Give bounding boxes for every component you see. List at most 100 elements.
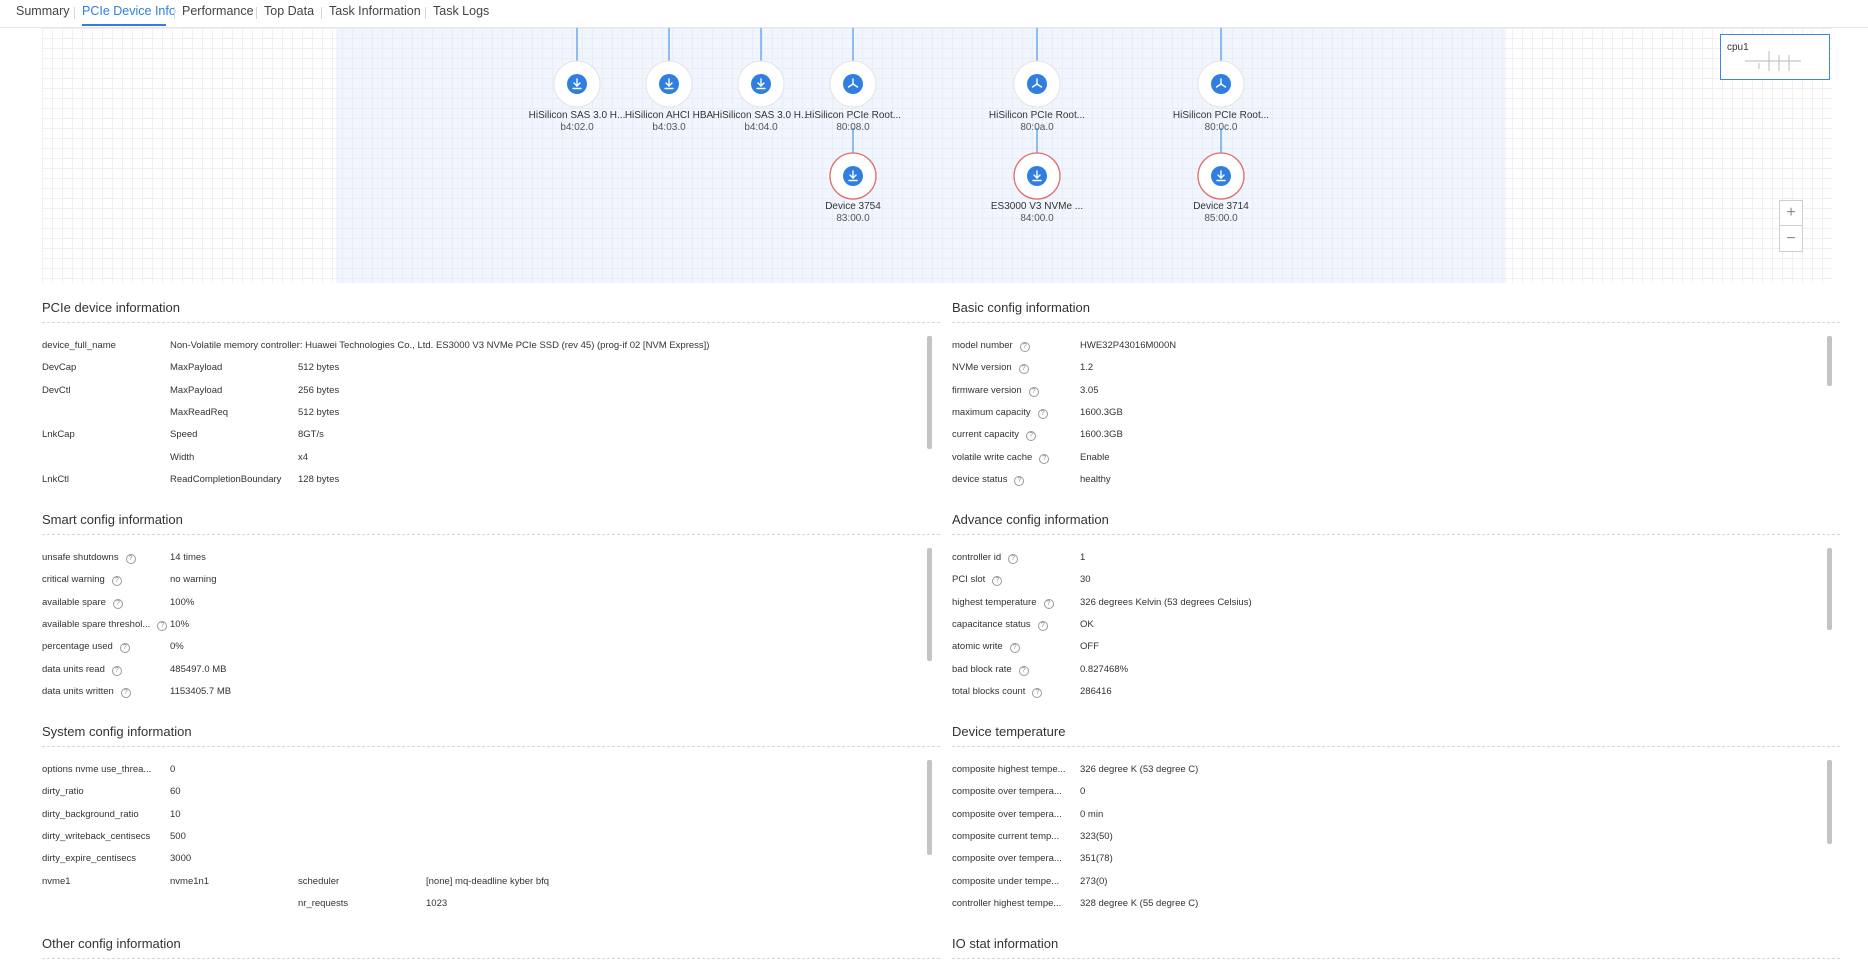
field-value: 286416 [1080, 686, 1112, 697]
pcie-topology-canvas[interactable]: HiSilicon SAS 3.0 H... b4:02.0 HiSilicon … [42, 28, 1832, 283]
tab-summary[interactable]: Summary [16, 4, 69, 18]
section-title: PCIe device information [42, 300, 181, 315]
field-label: volatile write cache? [952, 452, 1050, 464]
field-value-text: 351(78) [1080, 853, 1113, 865]
field-label: dirty_background_ratio [42, 809, 139, 820]
field-label-text: dirty_ratio [42, 786, 84, 798]
field-value-text: nvme1n1 [170, 875, 210, 887]
field-label: dirty_ratio [42, 786, 84, 797]
scrollbar-thumb[interactable] [1827, 336, 1832, 386]
field-value-text: 0 [1080, 786, 1086, 798]
help-icon[interactable]: ? [120, 687, 131, 698]
field-label-text: DevCap [42, 362, 77, 374]
help-icon[interactable]: ? [1009, 643, 1020, 654]
topology-node-label[interactable]: HiSilicon PCIe Root... 80:0a.0 [982, 110, 1092, 134]
topology-node[interactable] [553, 60, 601, 108]
help-icon[interactable]: ? [1008, 554, 1019, 564]
topology-node[interactable] [1197, 152, 1245, 200]
topology-minimap[interactable]: cpu1 [1720, 34, 1830, 80]
scrollbar-thumb[interactable] [1827, 760, 1832, 844]
field-value: 1 [1080, 552, 1085, 563]
tab-task-information[interactable]: Task Information [329, 4, 421, 18]
field-value-text: 8GT/s [298, 429, 324, 441]
topology-node-label[interactable]: Device 3754 83:00.0 [798, 201, 908, 225]
section-divider [42, 322, 940, 323]
help-icon[interactable]: ? [1037, 408, 1048, 419]
field-value: OFF [1080, 641, 1099, 652]
scrollbar-thumb[interactable] [927, 336, 932, 449]
topology-node-label[interactable]: HiSilicon PCIe Root... 80:08.0 [798, 110, 908, 134]
tab-bar: Summary PCIe Device Info Performance Top… [0, 0, 1868, 28]
help-icon[interactable]: ? [125, 554, 136, 564]
topology-node[interactable] [1197, 60, 1245, 108]
help-icon[interactable]: ? [1043, 598, 1054, 609]
field-value-text: 0% [170, 641, 184, 653]
help-icon[interactable]: ? [992, 576, 1003, 587]
field-value: 1600.3GB [1080, 429, 1123, 440]
help-icon[interactable]: ? [112, 598, 123, 609]
field-value: ReadCompletionBoundary [170, 474, 281, 485]
topology-node[interactable] [1013, 152, 1061, 200]
topology-node-label[interactable]: Device 3714 85:00.0 [1166, 201, 1276, 225]
field-label: composite over tempera... [952, 853, 1062, 864]
help-icon[interactable]: ? [1026, 431, 1037, 442]
field-label: current capacity? [952, 429, 1037, 442]
field-label-text: atomic write [952, 641, 1003, 653]
field-label: device status? [952, 474, 1025, 486]
field-label-text: data units read [42, 663, 105, 675]
help-icon[interactable]: ? [1018, 364, 1029, 375]
field-label: controller highest tempe... [952, 898, 1061, 909]
field-value: no warning [170, 574, 216, 585]
help-icon[interactable]: ? [1039, 453, 1050, 464]
scrollbar-thumb[interactable] [927, 548, 932, 661]
help-icon[interactable]: ? [119, 643, 130, 654]
topology-node[interactable] [829, 152, 877, 200]
scrollbar-thumb[interactable] [927, 760, 932, 855]
field-label-text: unsafe shutdowns [42, 552, 119, 563]
field-label: dirty_writeback_centisecs [42, 831, 150, 842]
scrollbar-thumb[interactable] [1827, 548, 1832, 630]
field-value: 14 times [170, 552, 206, 563]
help-icon[interactable]: ? [1014, 475, 1025, 486]
help-icon[interactable]: ? [1037, 620, 1048, 631]
tab-performance[interactable]: Performance [182, 4, 254, 18]
zoom-out-button[interactable]: − [1780, 226, 1802, 251]
tab-pcie-device-info[interactable]: PCIe Device Info [82, 4, 176, 18]
help-icon[interactable]: ? [157, 620, 168, 631]
field-value: 512 bytes [298, 407, 339, 418]
field-label: LnkCtl [42, 474, 69, 485]
section-divider [42, 958, 940, 959]
field-label: firmware version? [952, 385, 1039, 397]
tab-top-data[interactable]: Top Data [264, 4, 314, 18]
help-icon[interactable]: ? [111, 665, 122, 676]
topology-node[interactable] [1013, 60, 1061, 108]
help-icon[interactable]: ? [111, 576, 122, 587]
topology-node[interactable] [645, 60, 693, 108]
field-label: highest temperature? [952, 597, 1054, 609]
help-icon[interactable]: ? [1032, 687, 1043, 698]
tab-separator [74, 7, 75, 19]
field-label: device_full_name [42, 340, 116, 351]
field-value: scheduler [298, 876, 339, 887]
section-divider [42, 534, 940, 535]
section-title: Smart config information [42, 512, 183, 527]
topology-node-label[interactable]: ES3000 V3 NVMe ... 84:00.0 [982, 201, 1092, 225]
field-label-text: device_full_name [42, 340, 116, 351]
field-label-text: composite current temp... [952, 830, 1060, 842]
help-icon[interactable]: ? [1018, 665, 1029, 676]
field-label: available spare? [42, 597, 123, 609]
help-icon[interactable]: ? [1028, 386, 1039, 397]
field-value-text: Speed [170, 429, 198, 441]
topology-node-label[interactable]: HiSilicon PCIe Root... 80:0c.0 [1166, 110, 1276, 134]
tab-task-logs[interactable]: Task Logs [433, 4, 489, 18]
field-value: [none] mq-deadline kyber bfq [426, 876, 549, 887]
field-label-text: available spare [42, 596, 106, 608]
help-icon[interactable]: ? [1019, 342, 1030, 352]
field-label: bad block rate? [952, 664, 1029, 676]
topology-node[interactable] [737, 60, 785, 108]
field-label: composite under tempe... [952, 876, 1059, 887]
field-label-text: options nvme use_threa... [42, 764, 152, 775]
topology-node[interactable] [829, 60, 877, 108]
field-value-text: scheduler [298, 875, 340, 887]
zoom-in-button[interactable]: + [1780, 201, 1802, 226]
